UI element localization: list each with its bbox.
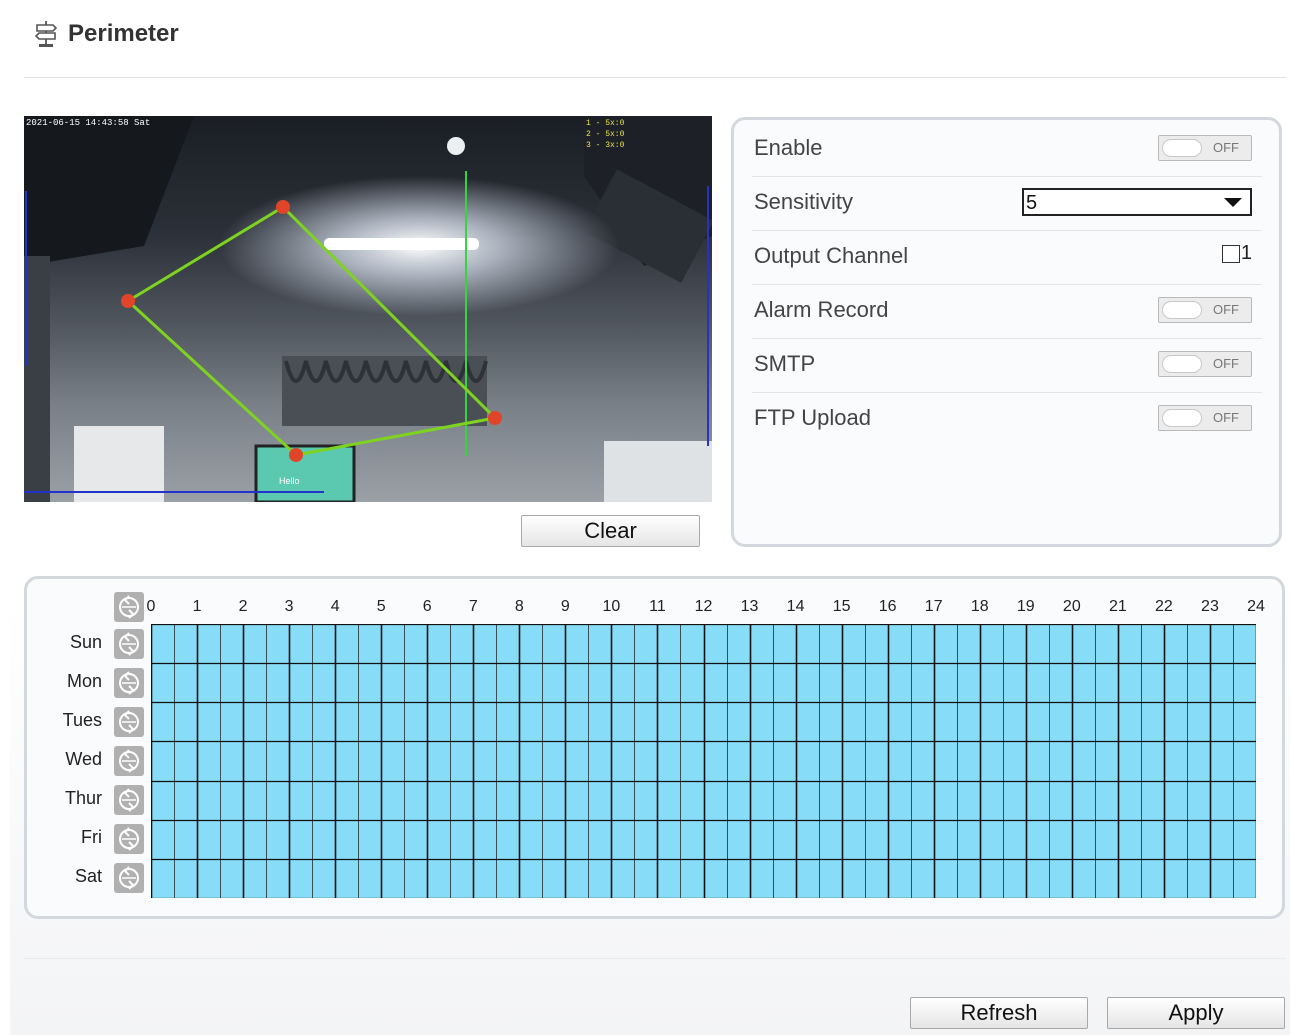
hour-label: 0 xyxy=(146,598,156,615)
enable-label: Enable xyxy=(754,135,823,160)
hour-label: 16 xyxy=(878,598,897,615)
hour-label: 12 xyxy=(694,598,713,615)
video-overlay-line-3: 3 - 3x:0 xyxy=(586,141,625,150)
shelf xyxy=(74,426,164,502)
hour-label: 8 xyxy=(514,598,524,615)
door-left xyxy=(24,256,50,502)
hour-label: 19 xyxy=(1016,598,1035,615)
hour-label: 22 xyxy=(1155,598,1173,615)
hour-label: 5 xyxy=(376,598,386,615)
ceiling-shadow xyxy=(24,116,194,266)
ftp-upload-toggle[interactable]: OFF xyxy=(1158,405,1252,431)
hour-label: 2 xyxy=(238,598,248,615)
hour-label: 1 xyxy=(192,598,202,615)
hour-label: 7 xyxy=(468,598,478,615)
hour-label: 13 xyxy=(740,598,759,615)
hour-label: 15 xyxy=(832,598,851,615)
sensitivity-value: 5 xyxy=(1026,192,1038,214)
region-vertex[interactable] xyxy=(488,411,502,425)
video-overlay-line-2: 2 - 5x:0 xyxy=(586,130,625,139)
ftp-upload-row: FTP Upload OFF xyxy=(752,392,1262,446)
day-label: Wed xyxy=(65,749,102,769)
sensitivity-row: Sensitivity 5 xyxy=(752,176,1262,231)
region-vertex[interactable] xyxy=(121,294,135,308)
sensitivity-label: Sensitivity xyxy=(754,189,854,214)
toggle-knob xyxy=(1162,409,1202,427)
ftp-upload-label: FTP Upload xyxy=(754,405,871,430)
toggle-state: OFF xyxy=(1213,140,1239,155)
output-channel-label: Output Channel xyxy=(754,243,909,268)
toggle-state: OFF xyxy=(1213,410,1239,425)
smtp-label: SMTP xyxy=(754,351,816,376)
schedule-cells[interactable] xyxy=(151,624,1256,898)
clear-button[interactable]: Clear xyxy=(521,515,700,547)
refresh-button[interactable]: Refresh xyxy=(910,997,1088,1029)
camera-preview[interactable]: Hello 2021-06-15 14:43:58 Sat 1 - 5x:0 2… xyxy=(24,116,712,502)
alarm-record-row: Alarm Record OFF xyxy=(752,284,1262,339)
day-select-icon[interactable] xyxy=(114,706,144,737)
hour-label: 21 xyxy=(1108,598,1127,615)
furniture-right xyxy=(604,441,712,502)
day-select-icon[interactable] xyxy=(114,863,144,894)
day-label: Fri xyxy=(81,827,102,848)
day-label: Sat xyxy=(74,866,102,887)
hour-label: 20 xyxy=(1062,598,1081,615)
day-label: Sun xyxy=(69,631,102,652)
chevron-down-icon xyxy=(1224,198,1242,207)
hour-label: 6 xyxy=(422,598,432,615)
day-select-icon[interactable] xyxy=(114,824,144,855)
smtp-row: SMTP OFF xyxy=(752,338,1262,393)
toggle-state: OFF xyxy=(1213,302,1239,317)
day-select-icon[interactable] xyxy=(114,785,144,816)
schedule-grid[interactable] xyxy=(151,624,1256,898)
output-channel-option: 1 xyxy=(1240,242,1252,264)
toggle-knob xyxy=(1162,355,1202,373)
hour-label: 10 xyxy=(602,598,621,615)
output-channel-checkbox[interactable]: 1 xyxy=(1221,242,1252,265)
enable-row: Enable OFF xyxy=(752,122,1262,177)
day-label: Mon xyxy=(66,670,102,691)
day-select-icon[interactable] xyxy=(114,667,144,698)
apply-button[interactable]: Apply xyxy=(1107,997,1285,1029)
hour-label: 17 xyxy=(924,598,943,615)
page-title: Perimeter xyxy=(68,20,179,47)
alarm-record-label: Alarm Record xyxy=(754,297,889,322)
output-channel-row: Output Channel 1 xyxy=(752,230,1262,285)
checkbox-box[interactable] xyxy=(1221,244,1240,263)
sensitivity-select[interactable]: 5 xyxy=(1022,188,1252,216)
hour-label: 24 xyxy=(1247,598,1265,615)
hour-label: 4 xyxy=(330,598,340,615)
monitor-text: Hello xyxy=(279,476,300,486)
video-timestamp: 2021-06-15 14:43:58 Sat xyxy=(26,118,150,128)
ceiling-sensor xyxy=(447,137,465,155)
day-select-icon[interactable] xyxy=(114,746,144,776)
hour-label: 23 xyxy=(1201,598,1219,615)
day-label: Thur xyxy=(64,788,102,809)
ceiling-light xyxy=(324,238,479,250)
footer-divider xyxy=(24,958,1286,959)
smtp-toggle[interactable]: OFF xyxy=(1158,351,1252,377)
header-divider xyxy=(24,77,1286,78)
hour-label: 3 xyxy=(284,598,294,615)
hour-label: 14 xyxy=(786,598,805,615)
page-header: Perimeter xyxy=(34,14,179,54)
perimeter-icon xyxy=(34,21,58,47)
hour-label: 9 xyxy=(560,598,570,615)
hour-label: 18 xyxy=(970,598,989,615)
enable-toggle[interactable]: OFF xyxy=(1158,135,1252,161)
hour-label: 11 xyxy=(649,598,666,615)
settings-panel: Enable OFF Sensitivity 5 Output Channel … xyxy=(731,117,1282,547)
toggle-knob xyxy=(1162,139,1202,157)
video-overlay-line-1: 1 - 5x:0 xyxy=(586,119,625,128)
alarm-record-toggle[interactable]: OFF xyxy=(1158,297,1252,323)
toggle-knob xyxy=(1162,301,1202,319)
day-label: Tues xyxy=(62,709,102,730)
day-select-icon[interactable] xyxy=(114,628,144,659)
region-vertex[interactable] xyxy=(276,200,290,214)
toggle-state: OFF xyxy=(1213,356,1239,371)
region-vertex[interactable] xyxy=(289,448,303,462)
